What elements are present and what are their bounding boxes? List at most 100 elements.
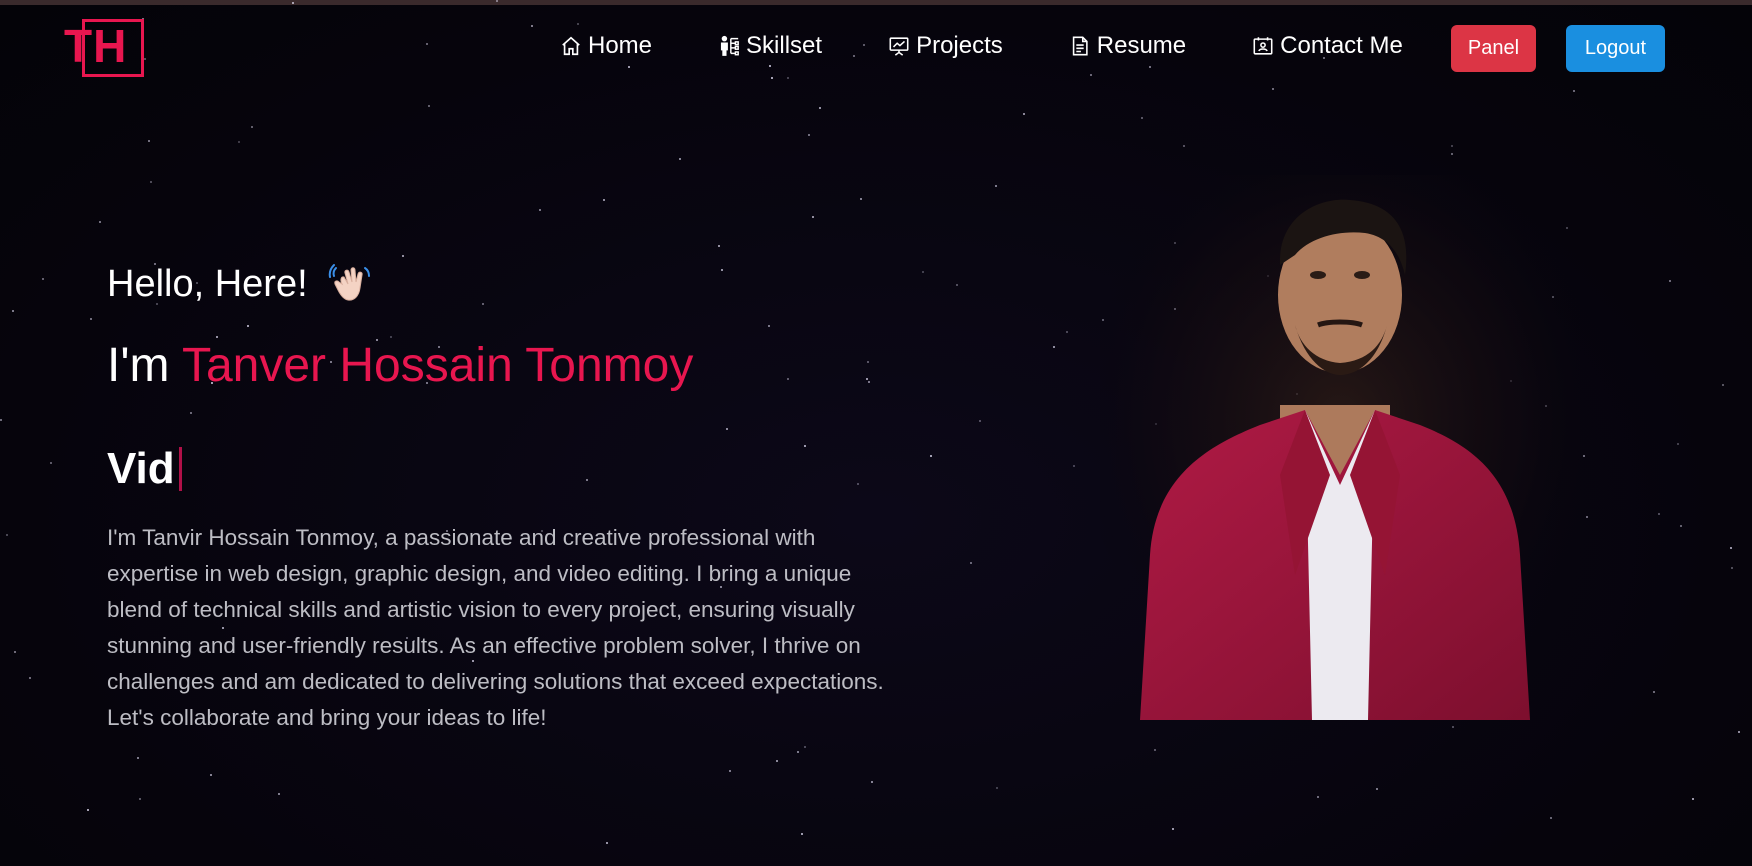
typed-text: Vid [107, 444, 175, 493]
star [1149, 66, 1151, 68]
nav-item-resume[interactable]: Resume [1069, 32, 1186, 60]
star [144, 58, 146, 60]
profile-photo [1100, 175, 1580, 720]
star [771, 77, 773, 79]
skillset-icon [718, 35, 740, 57]
nav-item-contact[interactable]: Contact Me [1252, 32, 1403, 60]
star [1738, 731, 1740, 733]
waving-hand-icon [328, 262, 372, 306]
logout-button[interactable]: Logout [1566, 25, 1665, 72]
star [812, 216, 814, 218]
star [930, 455, 932, 457]
main-nav: Home Skillset Projects Resume Contact Me [560, 26, 1403, 66]
intro-prefix: I'm [107, 339, 182, 392]
site-logo[interactable]: TH [62, 17, 144, 79]
star [1680, 525, 1682, 527]
star [956, 284, 958, 286]
star [1154, 749, 1156, 751]
star [1172, 828, 1174, 830]
star [808, 134, 810, 136]
star [531, 25, 533, 27]
resume-icon [1069, 35, 1091, 57]
star [871, 781, 873, 783]
star [768, 325, 770, 327]
star [679, 158, 681, 160]
star [99, 221, 101, 223]
star [787, 77, 789, 79]
contact-icon [1252, 35, 1274, 57]
nav-item-skillset[interactable]: Skillset [718, 32, 822, 60]
star [970, 562, 972, 564]
logo-text: TH [64, 20, 128, 72]
star [577, 23, 579, 25]
star [137, 757, 139, 759]
star [628, 66, 630, 68]
star [148, 140, 150, 142]
star [210, 774, 212, 776]
star [1731, 567, 1733, 569]
star [1677, 443, 1679, 445]
star [721, 269, 723, 271]
star [606, 842, 608, 844]
owner-name: Tanver Hossain Tonmoy [181, 339, 694, 392]
star [1653, 691, 1655, 693]
star [139, 798, 141, 800]
star [251, 126, 253, 128]
star [804, 746, 806, 748]
star [857, 483, 859, 485]
star [729, 770, 731, 772]
star [42, 278, 44, 280]
star [14, 651, 16, 653]
nav-label: Resume [1096, 32, 1187, 59]
star [1183, 145, 1185, 147]
star [482, 303, 484, 305]
star [1452, 726, 1454, 728]
star [1023, 113, 1025, 115]
star [1066, 331, 1068, 333]
star [1053, 346, 1055, 348]
top-border [0, 0, 1752, 5]
star [867, 361, 869, 363]
star [860, 198, 862, 200]
typing-cursor [178, 447, 182, 491]
star [1550, 817, 1552, 819]
star [29, 677, 31, 679]
star [90, 318, 92, 320]
panel-button[interactable]: Panel [1451, 25, 1536, 72]
greeting-heading: Hello, Here! [107, 262, 372, 306]
star [1722, 384, 1724, 386]
intro-heading: I'm Tanver Hossain Tonmoy [107, 338, 693, 393]
star [539, 209, 541, 211]
nav-item-projects[interactable]: Projects [888, 32, 1003, 60]
nav-label: Projects [916, 32, 1003, 59]
star [1583, 455, 1585, 457]
star [150, 181, 152, 183]
star [426, 43, 428, 45]
star [1451, 153, 1453, 155]
star [1692, 798, 1694, 800]
star [787, 378, 789, 380]
nav-label: Home [588, 32, 653, 59]
star [87, 809, 89, 811]
greeting-text: Hello, Here! [107, 262, 308, 305]
star [868, 381, 870, 383]
star [1090, 74, 1092, 76]
star [922, 271, 924, 273]
home-icon [560, 35, 582, 57]
star [6, 534, 8, 536]
star [804, 445, 806, 447]
star [776, 760, 778, 762]
star [586, 479, 588, 481]
nav-label: Skillset [746, 32, 823, 59]
star [1272, 88, 1274, 90]
nav-item-home[interactable]: Home [560, 32, 652, 60]
star [726, 428, 728, 430]
bio-paragraph: I'm Tanvir Hossain Tonmoy, a passionate … [107, 525, 884, 730]
star [1376, 788, 1378, 790]
star [1073, 465, 1075, 467]
star [718, 245, 720, 247]
portfolio-page: TH Home Skillset Projects Resume Contact… [0, 0, 1752, 866]
star [603, 199, 605, 201]
star [247, 325, 249, 327]
star [797, 751, 799, 753]
